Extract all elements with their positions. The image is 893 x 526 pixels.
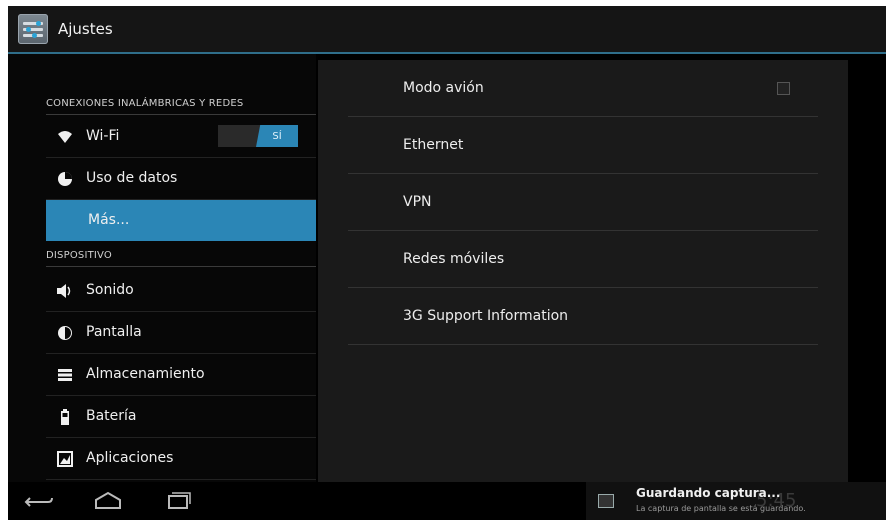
sidebar-item-label: Uso de datos [86, 170, 178, 186]
recent-apps-icon[interactable] [158, 488, 198, 514]
sidebar-item-label: Almacenamiento [86, 366, 205, 382]
page-title: Ajustes [58, 20, 113, 38]
brightness-icon [56, 324, 74, 342]
settings-detail-pane: Modo avión Ethernet VPN Redes móviles 3G… [318, 60, 848, 482]
list-item-3g-support[interactable]: 3G Support Information [348, 288, 818, 345]
apps-icon [56, 450, 74, 468]
sidebar-item-data-usage[interactable]: Uso de datos [46, 158, 316, 200]
sidebar-item-label: Wi-Fi [86, 128, 120, 144]
list-item-label: Ethernet [403, 137, 464, 153]
sidebar-item-more[interactable]: Más... [46, 200, 316, 241]
sidebar-item-label: Más... [88, 212, 130, 228]
battery-icon [56, 408, 74, 426]
screenshot-icon [598, 494, 614, 508]
list-item-vpn[interactable]: VPN [348, 174, 818, 231]
settings-menu: CONEXIONES INALÁMBRICAS Y REDES Wi-Fi SÍ… [8, 54, 316, 482]
airplane-mode-checkbox[interactable] [777, 82, 790, 95]
sidebar-item-label: Sonido [86, 282, 134, 298]
navigation-bar: 5:45 Guardando captura... La captura de … [8, 482, 886, 520]
wifi-toggle[interactable]: SÍ [218, 125, 298, 147]
sidebar-item-label: Pantalla [86, 324, 142, 340]
notification-area[interactable]: 5:45 Guardando captura... La captura de … [586, 482, 886, 520]
section-header-wireless: CONEXIONES INALÁMBRICAS Y REDES [46, 98, 244, 109]
section-header-device: DISPOSITIVO [46, 250, 112, 261]
wifi-icon [56, 128, 74, 146]
sidebar-item-wifi[interactable]: Wi-Fi SÍ [46, 116, 316, 158]
list-item-label: 3G Support Information [403, 308, 569, 324]
notification-subtitle: La captura de pantalla se está guardando… [636, 504, 806, 513]
sidebar-item-storage[interactable]: Almacenamiento [46, 354, 316, 396]
sidebar-item-display[interactable]: Pantalla [46, 312, 316, 354]
sidebar-item-label: Aplicaciones [86, 450, 174, 466]
sidebar-item-label: Batería [86, 408, 137, 424]
storage-icon [56, 366, 74, 384]
action-bar: Ajustes [8, 6, 886, 52]
tablet-screen: Ajustes CONEXIONES INALÁMBRICAS Y REDES … [8, 6, 886, 520]
sidebar-item-apps[interactable]: Aplicaciones [46, 438, 316, 480]
sidebar-item-sound[interactable]: Sonido [46, 270, 316, 312]
speaker-icon [56, 282, 74, 300]
wifi-toggle-on-label: SÍ [256, 125, 298, 147]
back-icon[interactable] [20, 488, 60, 514]
home-icon[interactable] [88, 488, 128, 514]
divider [46, 266, 316, 267]
list-item-label: Redes móviles [403, 251, 505, 267]
list-item-ethernet[interactable]: Ethernet [348, 117, 818, 174]
list-item-mobile-networks[interactable]: Redes móviles [348, 231, 818, 288]
notification-title: Guardando captura... [636, 486, 781, 500]
data-usage-icon [56, 170, 74, 188]
list-item-label: VPN [403, 194, 432, 210]
settings-sliders-icon[interactable] [18, 14, 48, 44]
list-item-airplane-mode[interactable]: Modo avión [348, 60, 818, 117]
divider [46, 114, 316, 115]
list-item-label: Modo avión [403, 80, 484, 96]
sidebar-item-battery[interactable]: Batería [46, 396, 316, 438]
